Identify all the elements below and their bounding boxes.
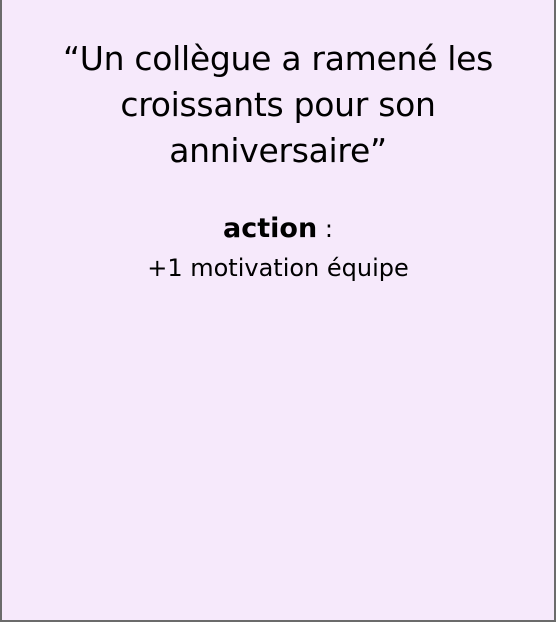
action-effect: +1 motivation équipe — [147, 254, 409, 282]
action-label: action — [223, 213, 318, 244]
action-line: action : — [22, 210, 534, 248]
event-card: “Un collègue a ramené les croissants pou… — [0, 0, 556, 622]
action-separator: : — [317, 215, 333, 243]
card-quote: “Un collègue a ramené les croissants pou… — [62, 39, 494, 170]
